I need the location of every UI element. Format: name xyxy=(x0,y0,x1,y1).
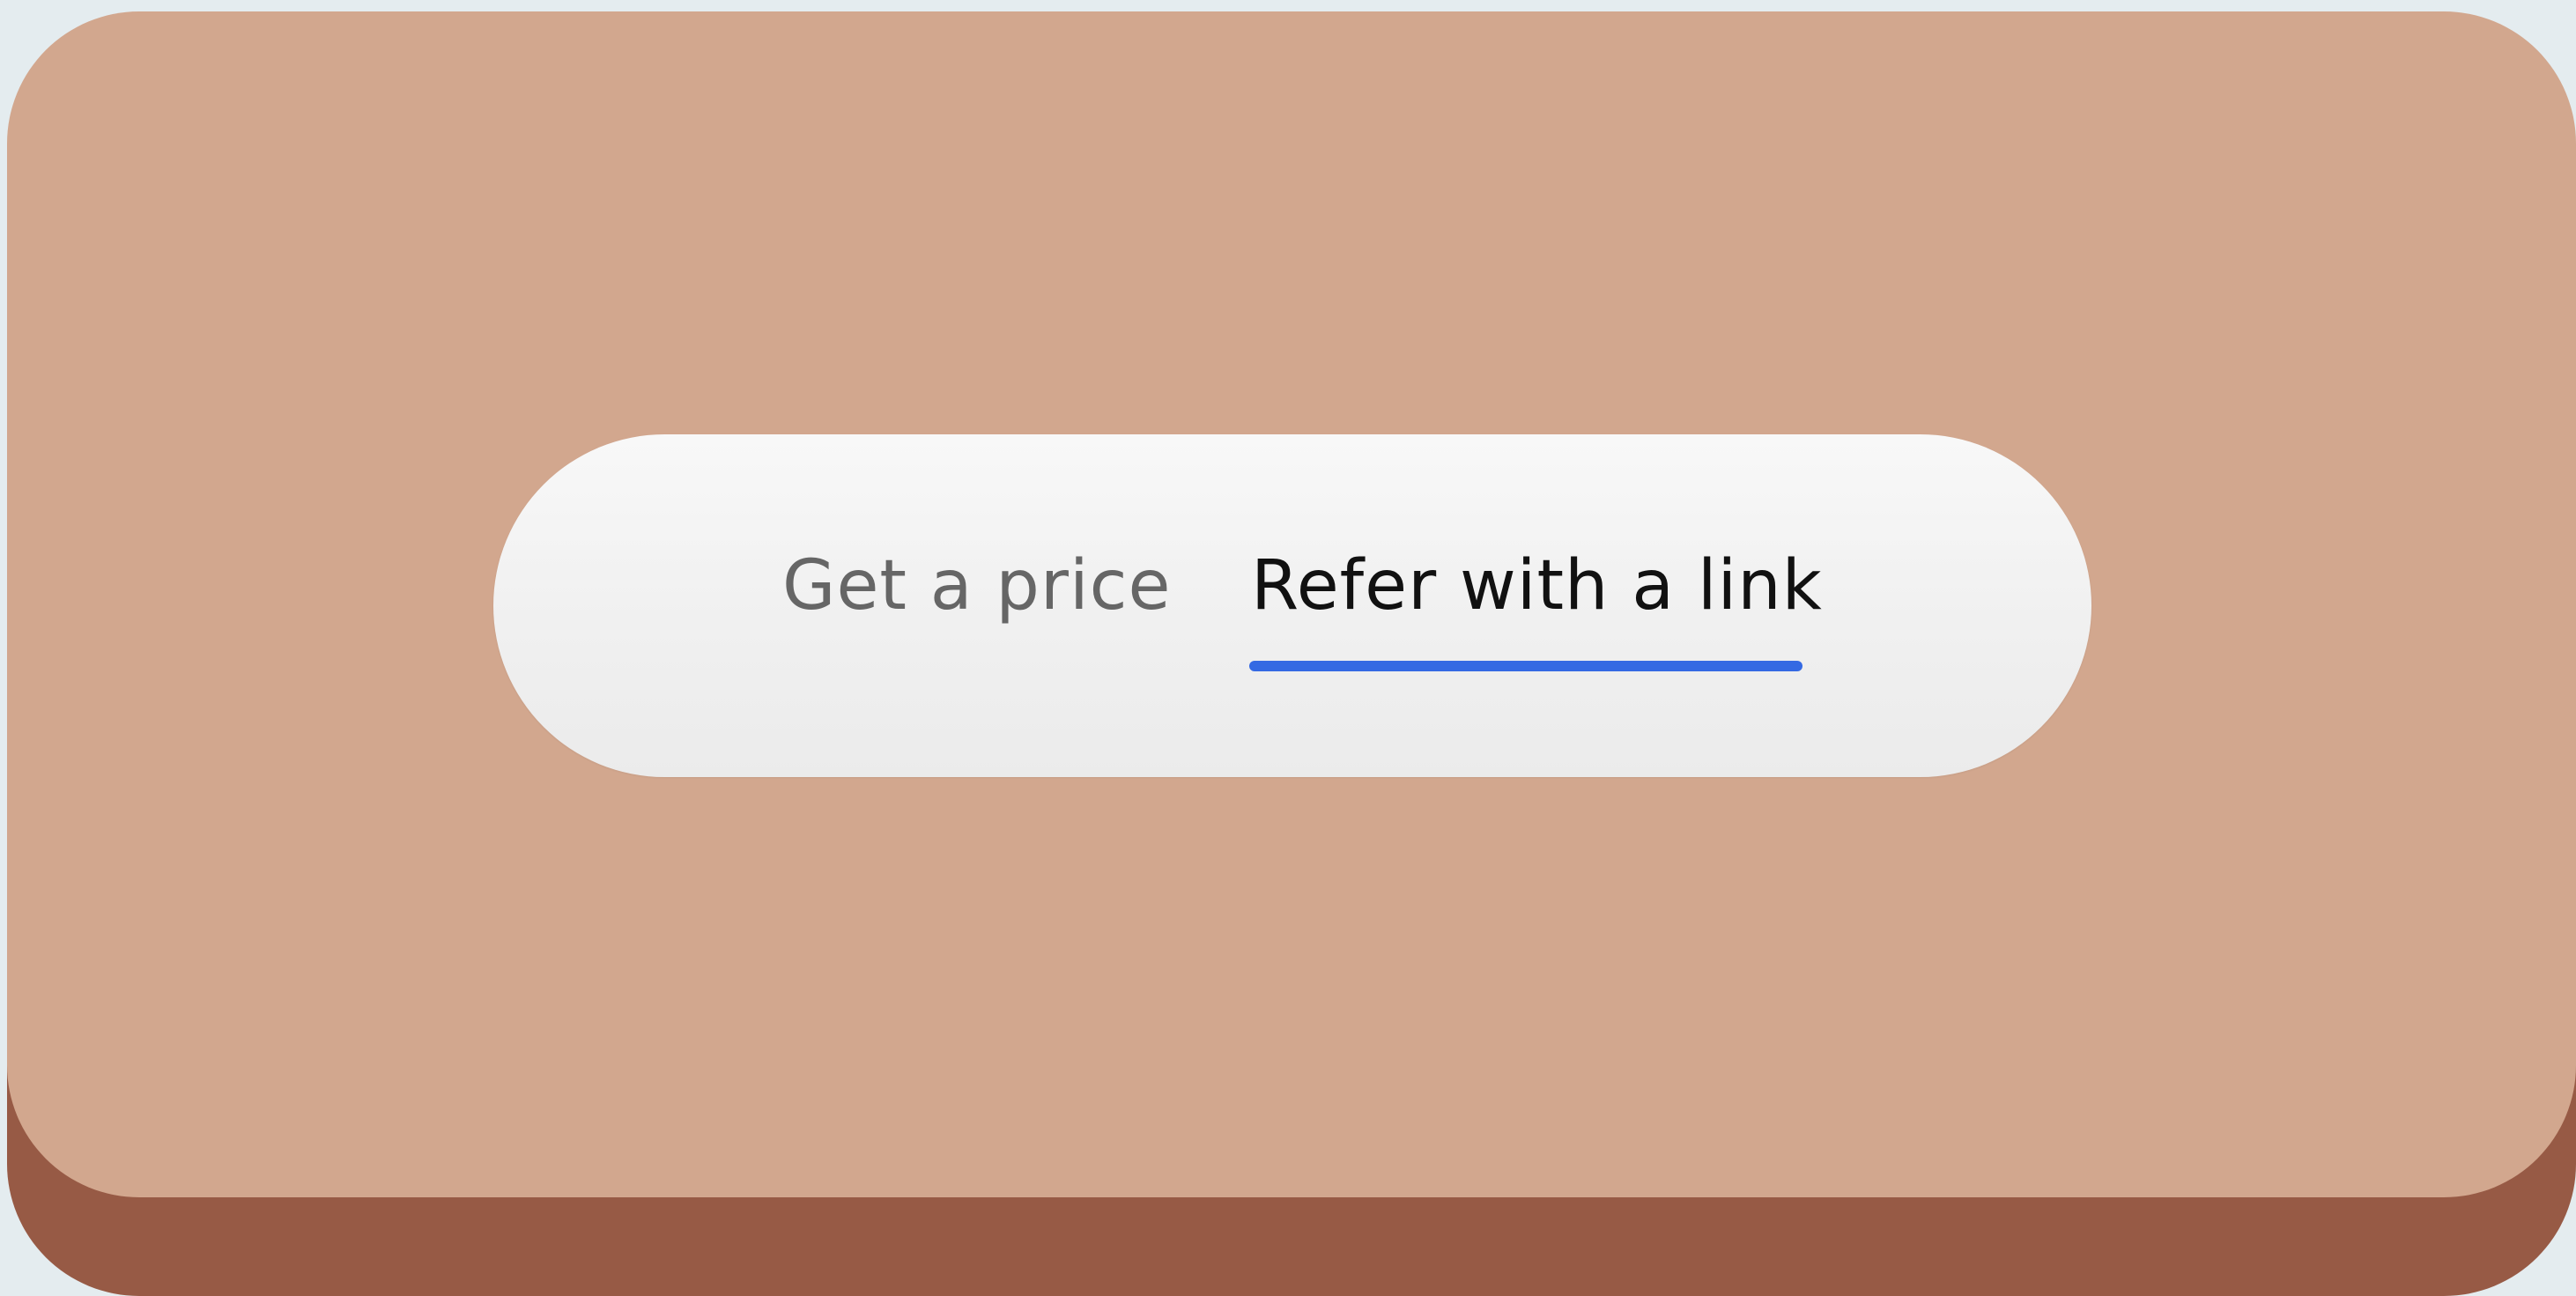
tab-get-a-price[interactable]: Get a price xyxy=(782,546,1172,626)
active-tab-indicator xyxy=(1249,661,1802,671)
tab-refer-with-a-link[interactable]: Refer with a link xyxy=(1251,546,1823,626)
